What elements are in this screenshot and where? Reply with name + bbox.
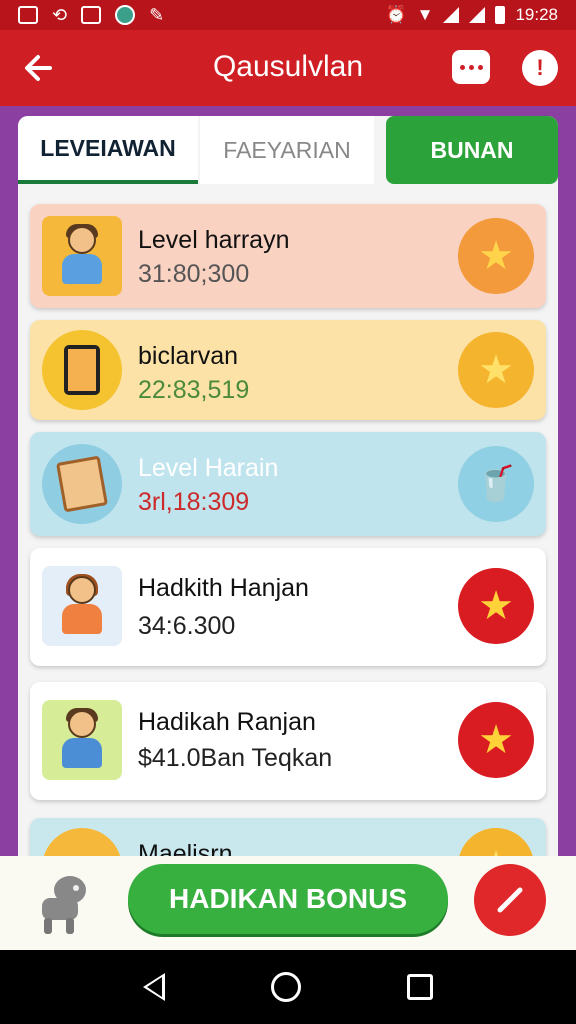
chat-button[interactable] — [452, 50, 490, 84]
app-icon — [18, 6, 38, 24]
star-icon: ★ — [458, 218, 534, 294]
item-value: $41.0Ban Teqkan — [138, 744, 333, 772]
app-bar: Qausulvlan ! — [0, 30, 576, 106]
info-button[interactable]: ! — [522, 50, 558, 86]
list-item[interactable]: Hadikah Ranjan $41.0Ban Teqkan ★ — [30, 682, 546, 800]
chat-icon — [459, 64, 465, 70]
avatar — [42, 700, 122, 780]
system-nav-bar — [0, 950, 576, 1024]
signal-icon-2 — [469, 7, 486, 23]
avatar — [42, 216, 122, 296]
list-item[interactable]: Hadkith Hanjan 34:6.300 ★ — [30, 548, 546, 666]
edit-icon: ✎ — [149, 4, 165, 25]
nav-recents-icon[interactable] — [407, 974, 433, 1000]
item-title: Level Harain — [138, 454, 279, 482]
wifi-icon: ▼ — [416, 5, 434, 24]
item-value: 3rl,18:309 — [138, 488, 250, 516]
status-icons-right: ⏰ ▼ 19:28 — [385, 5, 558, 25]
main-panel: LEVEIAWAN FAEYARIAN BUNAN Level harrayn … — [18, 116, 558, 876]
tab-bunan[interactable]: BUNAN — [386, 116, 558, 184]
info-icon: ! — [536, 55, 544, 80]
item-value: 34:6.300 — [138, 612, 236, 640]
star-icon: ★ — [458, 332, 534, 408]
list-item[interactable]: Level Harain 3rl,18:309 🥤 — [30, 432, 546, 536]
list-item[interactable]: Level harrayn 31:80;300 ★ — [30, 204, 546, 308]
battery-icon — [495, 6, 506, 24]
item-value: 31:80;300 — [138, 260, 250, 288]
bottom-action-bar: HADIKAN BONUS — [0, 856, 576, 950]
star-icon: ★ — [458, 568, 534, 644]
status-bar: ⟲ ✎ ⏰ ▼ 19:28 — [0, 0, 576, 30]
robot-icon[interactable] — [34, 872, 94, 936]
nav-back-icon[interactable] — [143, 973, 165, 1001]
pencil-icon — [497, 887, 523, 913]
tab-leveiawan[interactable]: LEVEIAWAN — [18, 116, 198, 184]
tab-faeyarian[interactable]: FAEYARIAN — [200, 116, 374, 184]
status-time: 19:28 — [515, 5, 558, 24]
nav-home-icon[interactable] — [271, 972, 301, 1002]
window-icon — [81, 6, 102, 24]
status-icons-left: ⟲ ✎ — [18, 5, 164, 26]
item-title: biclarvan — [138, 342, 239, 370]
globe-icon — [115, 5, 136, 25]
item-value: 22:83,519 — [138, 376, 250, 404]
item-title: Level harrayn — [138, 226, 290, 254]
star-icon: ★ — [458, 702, 534, 778]
list-item[interactable]: biclarvan 22:83,519 ★ — [30, 320, 546, 420]
tablet-icon — [42, 330, 122, 410]
bonus-button[interactable]: HADIKAN BONUS — [128, 864, 448, 934]
alarm-icon: ⏰ — [385, 5, 407, 24]
board-icon — [42, 444, 122, 524]
sync-icon: ⟲ — [52, 4, 68, 25]
avatar — [42, 566, 122, 646]
signal-icon — [443, 7, 460, 23]
edit-button[interactable] — [474, 864, 546, 936]
item-title: Hadikah Ranjan — [138, 708, 316, 736]
drink-icon: 🥤 — [458, 446, 534, 522]
item-title: Hadkith Hanjan — [138, 574, 309, 602]
